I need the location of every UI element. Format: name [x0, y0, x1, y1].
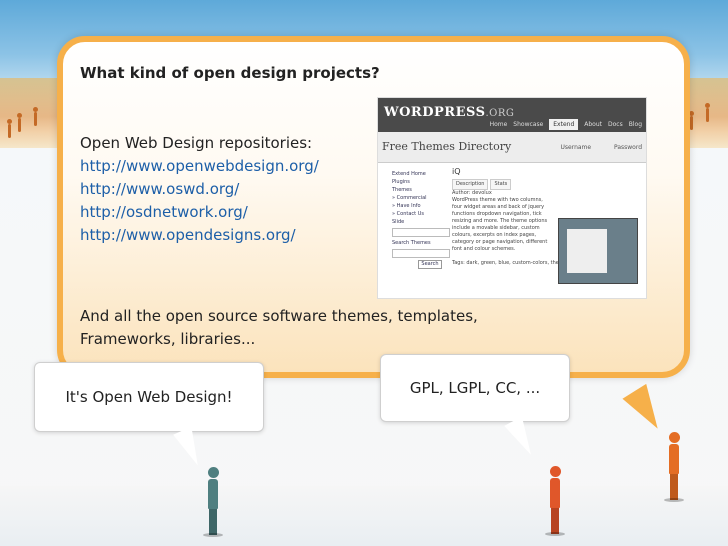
link-oswd[interactable]: http://www.oswd.org/	[80, 178, 319, 201]
wp-subheader: Free Themes Directory Username Password	[378, 132, 646, 163]
crowd-person	[33, 107, 38, 126]
repositories-block: Open Web Design repositories: http://www…	[80, 132, 319, 247]
person-figure-right	[664, 432, 684, 502]
crowd-person	[705, 103, 710, 122]
link-opendesigns[interactable]: http://www.opendesigns.org/	[80, 224, 319, 247]
callout-left: It's Open Web Design!	[34, 362, 264, 432]
wp-header: WORDPRESS.ORG Home Showcase Extend About Doc…	[378, 98, 646, 132]
callout-right-tail	[504, 416, 540, 460]
crowd-person	[7, 119, 12, 138]
closing-line-2: Frameworks, libraries...	[80, 330, 256, 348]
callout-left-tail	[173, 426, 207, 470]
person-figure-middle	[545, 466, 565, 536]
closing-text: And all the open source software themes,…	[80, 305, 478, 351]
repos-title: Open Web Design repositories:	[80, 134, 313, 152]
theme-preview-image	[558, 218, 638, 284]
speech-bubble-tail	[622, 383, 670, 437]
wp-sidebar: Extend Home Plugins Themes» Commercial» Ha…	[392, 170, 452, 269]
link-osdnetwork[interactable]: http://osdnetwork.org/	[80, 201, 319, 224]
wordpress-screenshot: WORDPRESS.ORG Home Showcase Extend About Doc…	[377, 97, 647, 299]
link-openwebdesign[interactable]: http://www.openwebdesign.org/	[80, 155, 319, 178]
wp-nav: Home Showcase Extend About Docs Blog	[489, 119, 642, 130]
wp-page-title: Free Themes Directory	[382, 140, 512, 153]
wordpress-logo: WORDPRESS.ORG	[384, 105, 515, 120]
crowd-person	[689, 111, 694, 130]
background-floor	[0, 486, 728, 546]
closing-line-1: And all the open source software themes,…	[80, 307, 478, 325]
crowd-person	[17, 113, 22, 132]
slide-heading: What kind of open design projects?	[80, 64, 380, 82]
callout-right: GPL, LGPL, CC, ...	[380, 354, 570, 422]
wp-login: Username Password	[560, 144, 643, 151]
person-figure-left	[203, 467, 223, 537]
